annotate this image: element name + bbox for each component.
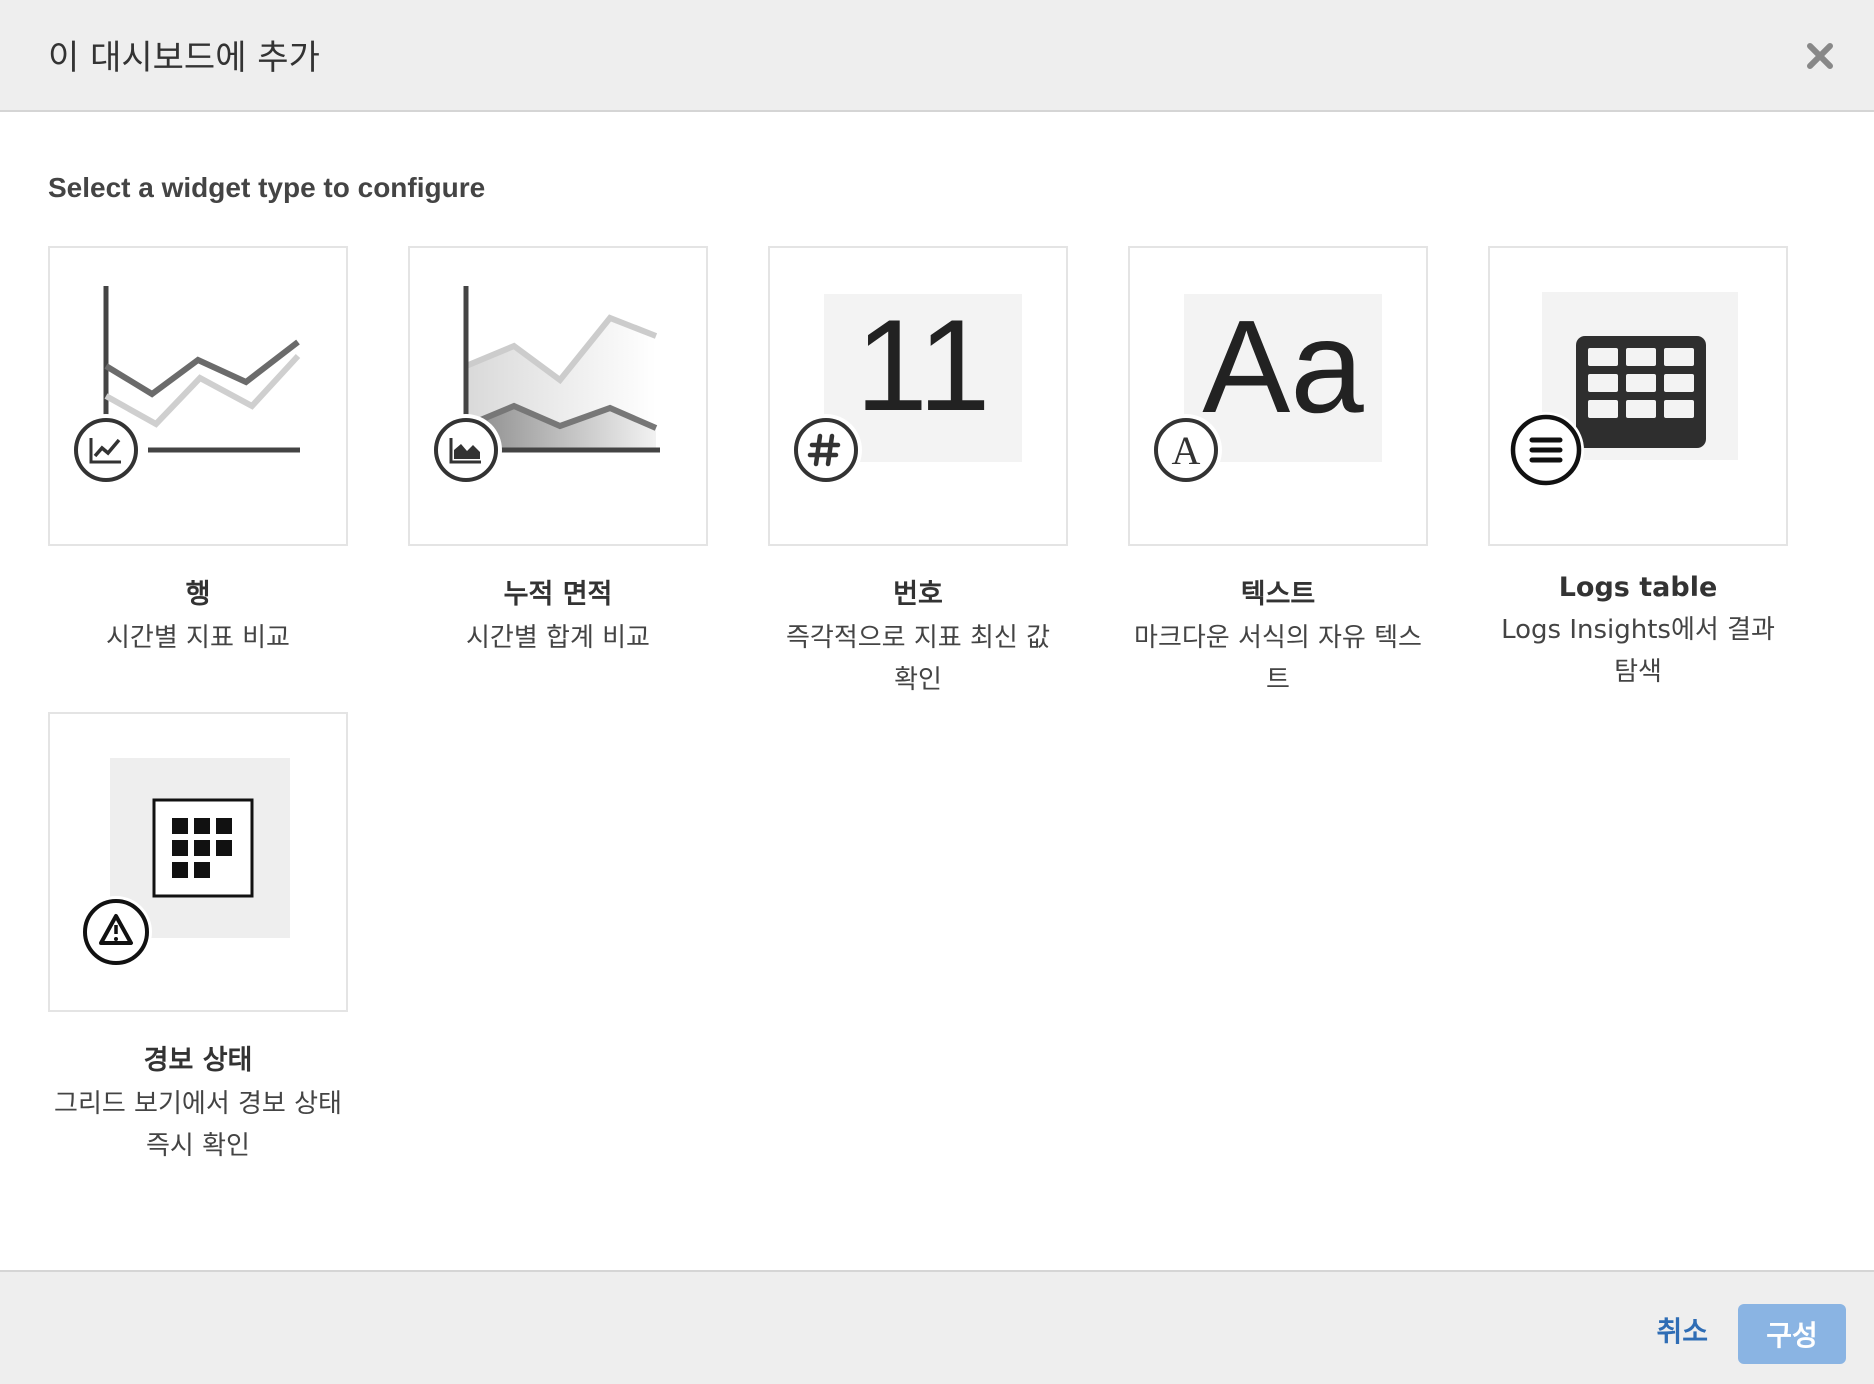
- widget-line-tile[interactable]: [48, 246, 348, 546]
- text-preview-text: Aa: [1202, 293, 1364, 440]
- widget-number-tile[interactable]: 11: [768, 246, 1068, 546]
- widget-name: 텍스트: [1240, 579, 1316, 610]
- widget-name: Logs table: [1558, 572, 1718, 603]
- widget-description: 마크다운 서식의 자유 텍스트: [1134, 623, 1422, 695]
- alarm-status-preview: [80, 758, 290, 968]
- widget-logs-table[interactable]: Logs table Logs Insights에서 결과 탐색: [1488, 246, 1788, 693]
- widget-text-tile[interactable]: Aa A: [1128, 246, 1428, 546]
- cancel-button[interactable]: 취소: [1656, 1310, 1708, 1350]
- widget-text[interactable]: Aa A 텍스트 마크다운 서식의 자유 텍스트: [1128, 246, 1428, 701]
- text-preview: Aa A: [1150, 293, 1382, 486]
- widget-number[interactable]: 11 번호 즉각적으로 지표 최신 값 확인: [768, 246, 1068, 701]
- widget-name: 경보 상태: [143, 1045, 253, 1076]
- section-heading: Select a widget type to configure: [48, 172, 486, 203]
- logs-table-preview: [1508, 292, 1738, 488]
- close-icon[interactable]: [1800, 36, 1840, 76]
- number-preview-text: 11: [856, 292, 991, 438]
- widget-alarm-status-tile[interactable]: [48, 712, 348, 1012]
- text-a-icon: A: [1172, 428, 1201, 473]
- widget-description: 그리드 보기에서 경보 상태 즉시 확인: [54, 1089, 342, 1161]
- modal-title: 이 대시보드에 추가: [48, 38, 320, 78]
- widget-name: 누적 면적: [503, 579, 613, 610]
- text-badge-text: A: [1172, 428, 1201, 473]
- modal-body: Select a widget type to configure 행 시간별 …: [0, 112, 1874, 1270]
- number-preview: 11: [790, 292, 1022, 486]
- widget-line[interactable]: 행 시간별 지표 비교: [48, 246, 348, 659]
- configure-button[interactable]: 구성: [1738, 1304, 1846, 1364]
- widget-name: 행: [185, 579, 211, 610]
- widget-alarm-status[interactable]: 경보 상태 그리드 보기에서 경보 상태 즉시 확인: [48, 712, 348, 1167]
- alarm-grid-icon: [152, 798, 254, 898]
- modal-footer: 취소 구성: [0, 1270, 1874, 1384]
- widget-logs-table-tile[interactable]: [1488, 246, 1788, 546]
- widget-name: 번호: [893, 579, 943, 610]
- line-chart-preview: [70, 286, 301, 486]
- widget-description: Logs Insights에서 결과 탐색: [1501, 615, 1775, 687]
- add-to-dashboard-modal: 이 대시보드에 추가 Select a widget type to confi…: [0, 0, 1874, 1384]
- table-grid-icon: [1576, 336, 1706, 448]
- widget-stacked-area-tile[interactable]: [408, 246, 708, 546]
- widget-description: 시간별 합계 비교: [466, 623, 650, 653]
- widget-description: 즉각적으로 지표 최신 값 확인: [786, 623, 1050, 695]
- modal-header: 이 대시보드에 추가: [0, 0, 1874, 112]
- area-chart-preview: [430, 286, 660, 486]
- widget-description: 시간별 지표 비교: [106, 623, 290, 653]
- widget-stacked-area[interactable]: 누적 면적 시간별 합계 비교: [408, 246, 708, 659]
